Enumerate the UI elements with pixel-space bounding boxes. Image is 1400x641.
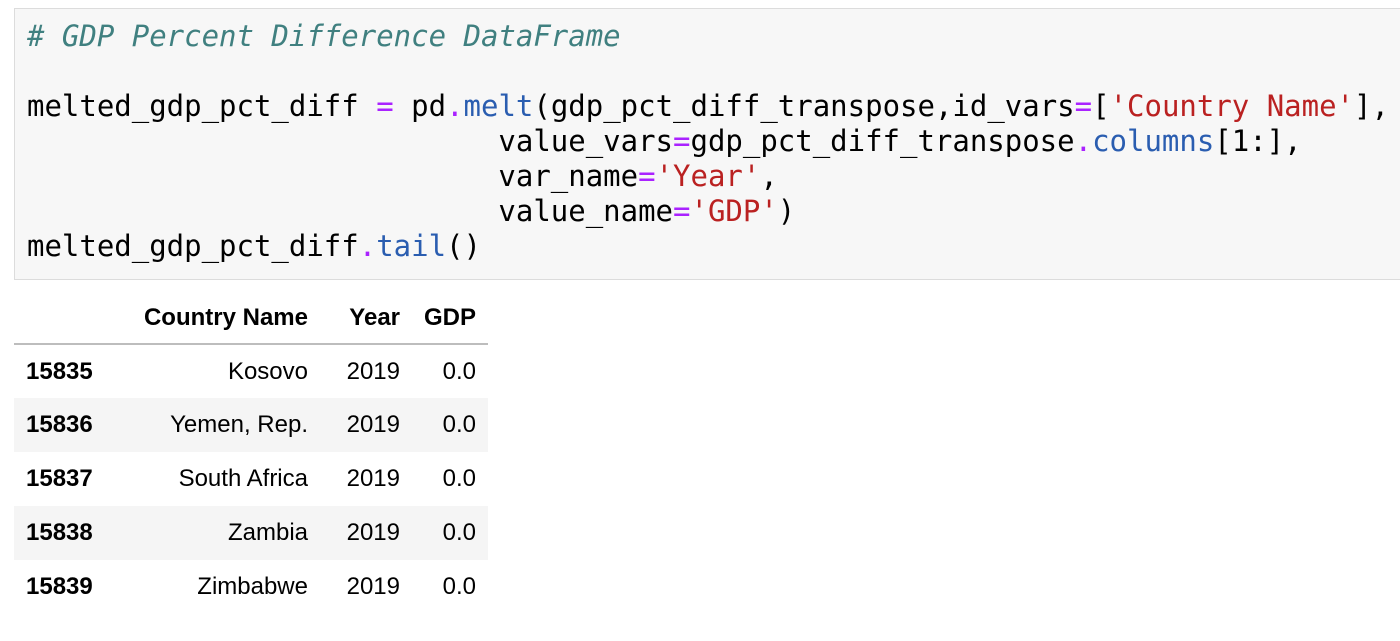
year-cell: 2019 (346, 519, 400, 546)
code-token: var_name (27, 159, 639, 193)
code-token: ) (777, 194, 796, 228)
code-token: [1:], (1214, 124, 1302, 158)
row-index: 15836 (26, 411, 93, 438)
code-token: . (446, 89, 464, 123)
code-line: value_name='GDP') (27, 194, 1389, 229)
code-token: = (673, 194, 691, 228)
code-token: pd (393, 89, 447, 123)
country-name-cell: Zambia (227, 519, 308, 546)
code-token: . (1074, 124, 1093, 158)
code-editor[interactable]: # GDP Percent Difference DataFrame melted… (27, 19, 1389, 264)
country-name-column-header: Country Name (127, 292, 320, 345)
code-token: = (376, 89, 394, 123)
code-token: , (760, 159, 778, 193)
year-cell: 2019 (346, 357, 400, 385)
table-header-row: Country Name Year GDP (14, 292, 489, 345)
code-token: (gdp_pct_diff_transpose,id_vars (533, 89, 1075, 123)
code-token: melted_gdp_pct_diff (27, 89, 377, 123)
gdp-cell: 0.0 (442, 465, 477, 492)
table-row: 15836 Yemen, Rep. 2019 0.0 (14, 398, 489, 452)
country-name-cell: South Africa (178, 465, 308, 492)
code-token: [ (1092, 89, 1110, 123)
table-row: 15837 South Africa 2019 0.0 (14, 452, 488, 506)
code-token: tail (376, 229, 447, 263)
code-line: value_vars=gdp_pct_diff_transpose.column… (27, 124, 1389, 159)
code-token: melt (463, 89, 534, 123)
code-line: var_name='Year', (27, 159, 1389, 194)
table-row: 15839 Zimbabwe 2019 0.0 (14, 560, 488, 614)
code-token: melted_gdp_pct_diff (27, 229, 359, 263)
gdp-cell: 0.0 (442, 573, 477, 600)
country-name-cell: Zimbabwe (197, 573, 308, 600)
code-token: # GDP Percent Difference DataFrame (27, 19, 621, 53)
year-cell: 2019 (346, 411, 400, 438)
row-index: 15838 (26, 519, 93, 546)
code-token: columns (1092, 124, 1215, 158)
code-line: # GDP Percent Difference DataFrame (27, 19, 1389, 54)
code-token: = (673, 124, 691, 158)
dataframe-table: Country Name Year GDP 15835 Kosovo 2019 … (14, 292, 489, 614)
gdp-column-header: GDP (412, 292, 489, 345)
code-cell-input[interactable]: # GDP Percent Difference DataFrame melted… (14, 8, 1400, 280)
year-cell: 2019 (346, 573, 400, 600)
year-column-header: Year (320, 292, 412, 345)
cell-output: Country Name Year GDP 15835 Kosovo 2019 … (14, 292, 489, 614)
gdp-cell: 0.0 (442, 411, 477, 438)
row-index: 15837 (26, 465, 93, 492)
code-token: . (358, 229, 377, 263)
code-token: ], (1354, 89, 1389, 123)
code-token: = (1074, 89, 1093, 123)
index-column-header (14, 292, 127, 345)
code-line: melted_gdp_pct_diff = pd.melt(gdp_pct_di… (27, 89, 1389, 124)
code-token: gdp_pct_diff_transpose (690, 124, 1075, 158)
gdp-cell: 0.0 (442, 357, 477, 385)
code-token: 'Country Name' (1109, 89, 1354, 123)
code-line: melted_gdp_pct_diff.tail() (27, 229, 1389, 264)
code-token: value_vars (27, 124, 674, 158)
code-token: () (446, 229, 481, 263)
country-name-cell: Kosovo (227, 357, 308, 385)
gdp-cell: 0.0 (442, 519, 477, 546)
country-name-cell: Yemen, Rep. (170, 411, 308, 438)
code-token: value_name (27, 194, 674, 228)
table-row: 15835 Kosovo 2019 0.0 (14, 344, 488, 398)
table-row: 15838 Zambia 2019 0.0 (14, 506, 489, 560)
code-token: = (638, 159, 656, 193)
code-token: 'GDP' (690, 194, 778, 228)
row-index: 15835 (26, 357, 93, 385)
row-index: 15839 (26, 573, 93, 600)
code-token: 'Year' (655, 159, 761, 193)
year-cell: 2019 (346, 465, 400, 492)
